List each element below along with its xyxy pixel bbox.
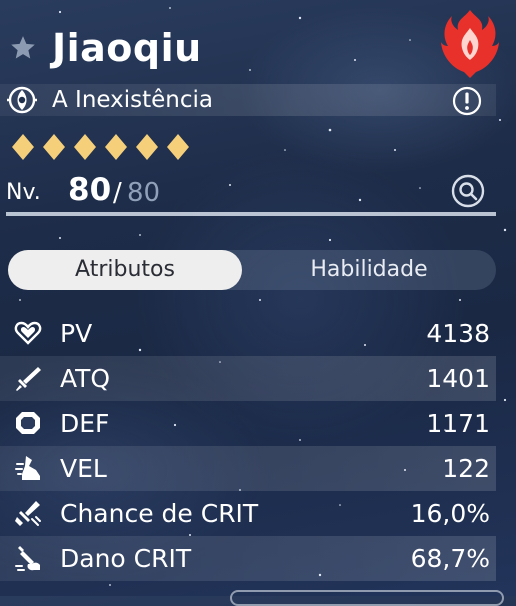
stat-value: 4138 <box>426 319 490 348</box>
stat-value: 122 <box>442 454 490 483</box>
level-progress-bar <box>6 212 496 216</box>
stat-label: Dano CRIT <box>60 544 192 573</box>
character-name: Jiaoqiu <box>52 26 202 70</box>
rarity-diamond-icon <box>167 134 189 160</box>
level-max: 80 <box>127 178 161 208</box>
favorite-star-icon[interactable] <box>8 33 38 63</box>
stat-row-crit-dmg: Dano CRIT 68,7% <box>0 536 496 581</box>
crit-rate-icon <box>15 501 41 526</box>
level-label: Nv. <box>6 180 41 205</box>
rarity-diamond-icon <box>136 134 158 160</box>
level-separator: / <box>113 178 122 208</box>
heart-icon <box>14 321 42 345</box>
search-icon[interactable] <box>451 174 485 208</box>
stat-label: DEF <box>60 409 110 438</box>
rarity-diamond-icon <box>43 134 65 160</box>
stat-row-spd: VEL 122 <box>0 446 496 491</box>
bottom-button-edge[interactable] <box>230 590 504 606</box>
crit-damage-icon <box>15 546 40 571</box>
stat-row-def: DEF 1171 <box>0 401 496 446</box>
rarity-diamond-icon <box>12 134 34 160</box>
rarity-diamond-icon <box>105 134 127 160</box>
shield-icon <box>16 412 40 434</box>
level-current: 80 <box>68 172 112 208</box>
path-name: A Inexistência <box>52 87 214 113</box>
level-progress-fill <box>6 212 496 216</box>
stat-row-hp: PV 4138 <box>0 311 496 356</box>
stat-row-crit-rate: Chance de CRIT 16,0% <box>0 491 496 536</box>
stat-value: 1171 <box>426 409 490 438</box>
stat-label: ATQ <box>60 364 111 393</box>
fire-element-icon <box>441 10 499 78</box>
sword-icon <box>16 367 41 391</box>
rarity-diamond-icon <box>74 134 96 160</box>
stat-value: 68,7% <box>410 544 490 573</box>
stat-row-atk: ATQ 1401 <box>0 356 496 401</box>
nihility-path-icon <box>7 86 37 114</box>
stat-label: VEL <box>60 454 107 483</box>
info-icon[interactable] <box>452 86 482 116</box>
boot-icon <box>15 456 40 480</box>
tab-attributes[interactable]: Atributos <box>8 250 242 290</box>
stat-value: 1401 <box>426 364 490 393</box>
tab-skills[interactable]: Habilidade <box>250 250 488 290</box>
stat-label: Chance de CRIT <box>60 499 259 528</box>
rarity-stars <box>12 134 189 160</box>
stat-value: 16,0% <box>410 499 490 528</box>
stat-label: PV <box>60 319 93 348</box>
stats-list: PV 4138 ATQ 1401 DEF 1171 VEL 122 Chance… <box>0 311 496 581</box>
